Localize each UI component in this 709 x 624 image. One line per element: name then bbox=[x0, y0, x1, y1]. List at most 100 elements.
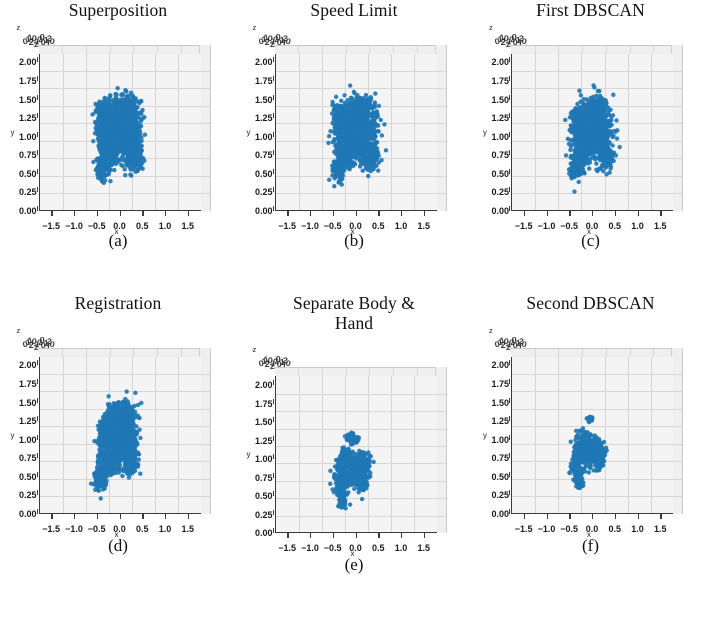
y-tick-label: 1.50 bbox=[18, 94, 37, 105]
subplot-panel-f: Second DBSCAN z 0 1 2 0 1 2 0 1 2 0 1 2 0 1 0.00 0.25 0.50… bbox=[472, 290, 709, 624]
axis-label-x: x bbox=[114, 529, 119, 539]
x-tick-label: −0.5 bbox=[560, 523, 579, 534]
y-tick-label: 0.25 bbox=[254, 509, 273, 520]
x-tick-label: 0.5 bbox=[136, 220, 149, 231]
y-tick-label: 2.00 bbox=[491, 57, 509, 68]
axis-label-z: z bbox=[252, 345, 257, 355]
x-tick-label: −1.0 bbox=[301, 220, 319, 231]
x-tick-label: 1.5 bbox=[654, 220, 667, 231]
x-tick-label: −1.5 bbox=[514, 523, 533, 534]
axis-label-y: y bbox=[10, 127, 15, 137]
axes-3d: z 0 1 2 0 1 2 0 1 2 0 1 2 0 1 0.00 0.25 0.50 0.75 1.00 1.25 1… bbox=[10, 325, 226, 539]
y-tick-label: 1.75 bbox=[254, 398, 273, 409]
panel-title: Registration bbox=[74, 293, 162, 313]
y-tick-label: 0.75 bbox=[254, 472, 273, 483]
axis-label-z: z bbox=[489, 22, 493, 32]
y-tick-label: 1.00 bbox=[18, 131, 37, 142]
figure-grid: Superposition z 0 1 2 0 1 2 0 1 2 0 1 2 0 1 0.00 0.25 0.50… bbox=[0, 0, 709, 624]
y-tick-label: 1.75 bbox=[254, 75, 273, 86]
x-tick-label: −1.0 bbox=[537, 523, 556, 534]
axes-3d: z 0 1 2 0 1 2 0 1 2 0 1 2 0 1 0.00 0.25 0.50 0.75 1.00 1.25 1… bbox=[483, 22, 698, 236]
y-tick-label: 1.00 bbox=[254, 131, 273, 142]
x-tick-label: 1.0 bbox=[631, 523, 644, 534]
x-tick-label: −1.5 bbox=[42, 523, 61, 534]
y-tick-label: 0.50 bbox=[18, 471, 37, 482]
axis-label-z: z bbox=[252, 22, 257, 32]
x-tick-label: −1.0 bbox=[65, 220, 83, 231]
x-tick-labels: −1.5 −1.0 −0.5 0.0 0.5 1.0 1.5 bbox=[275, 533, 437, 554]
x-tick-label: −0.5 bbox=[323, 220, 342, 231]
y-tick-label: 1.50 bbox=[254, 417, 273, 428]
x-tick-label: −0.5 bbox=[87, 523, 106, 534]
y-tick-label: 0.50 bbox=[491, 471, 509, 482]
panel-title: First DBSCAN bbox=[536, 0, 645, 20]
y-tick-label: 1.75 bbox=[18, 75, 37, 86]
y-tick-label: 0.50 bbox=[254, 491, 273, 502]
scatter-points bbox=[327, 430, 376, 511]
y-tick-label: 0.75 bbox=[491, 150, 509, 161]
y-tick-label: 0.00 bbox=[491, 508, 509, 519]
y-tick-label: 2.00 bbox=[18, 360, 37, 371]
x-tick-labels: −1.5 −1.0 −0.5 0.0 0.5 1.0 1.5 bbox=[39, 210, 201, 231]
subplot-caption: (e) bbox=[344, 555, 364, 575]
y-tick-label: 0.00 bbox=[254, 528, 273, 539]
panel-title: Second DBSCAN bbox=[526, 293, 655, 313]
y-tick-label: 1.25 bbox=[18, 113, 37, 124]
x-tick-label: −1.0 bbox=[537, 220, 556, 231]
axis-label-x: x bbox=[587, 529, 591, 539]
axes-3d: z 0 1 2 0 1 2 0 1 2 0 1 2 0 1 0.00 0.25 0.50 0.75 1.00 1.25 1… bbox=[483, 326, 698, 539]
y-tick-label: 1.00 bbox=[491, 434, 509, 445]
plot-box bbox=[38, 44, 211, 211]
x-tick-label: 1.5 bbox=[417, 220, 431, 231]
plot-box bbox=[274, 44, 447, 211]
axis-label-y: y bbox=[483, 127, 487, 137]
y-tick-label: 2.00 bbox=[491, 360, 509, 371]
panel-title: Superposition bbox=[68, 0, 168, 20]
plot-box bbox=[274, 367, 447, 534]
x-tick-label: 1.0 bbox=[158, 220, 172, 231]
axes-3d: z 0 1 2 0 1 2 0 1 2 0 1 2 0 1 0.00 0.25 0.50 0.75 1.00 1.25 1… bbox=[246, 22, 462, 236]
axis-label-z: z bbox=[16, 22, 21, 32]
subplot-panel-a: Superposition z 0 1 2 0 1 2 0 1 2 0 1 2 0 1 0.00 0.25 0.50… bbox=[0, 0, 236, 290]
x-tick-label: 1.5 bbox=[654, 523, 667, 534]
subplot-panel-c: First DBSCAN z 0 1 2 0 1 2 0 1 2 0 1 2 0 1 0.00 0.25 0.50 0… bbox=[472, 0, 709, 290]
y-tick-label: 0.00 bbox=[254, 205, 273, 216]
axis-label-y: y bbox=[246, 127, 251, 137]
x-tick-label: −0.5 bbox=[87, 220, 106, 231]
plot-box bbox=[38, 347, 211, 514]
y-tick-label: 2.00 bbox=[254, 380, 273, 391]
y-tick-label: 0.00 bbox=[18, 508, 37, 519]
y-tick-label: 0.75 bbox=[18, 150, 37, 161]
y-tick-label: 0.75 bbox=[491, 453, 509, 464]
axis-label-y: y bbox=[246, 450, 251, 460]
x-tick-label: −1.0 bbox=[301, 543, 319, 554]
axis-label-x: x bbox=[350, 226, 355, 236]
y-tick-label: 1.25 bbox=[254, 113, 273, 124]
y-tick-label: 1.50 bbox=[254, 94, 273, 105]
x-tick-label: 0.5 bbox=[608, 220, 622, 231]
axis-label-x: x bbox=[587, 226, 591, 236]
plot-box bbox=[511, 347, 683, 514]
y-tick-label: 1.75 bbox=[18, 378, 37, 389]
y-tick-label: 1.00 bbox=[18, 434, 37, 445]
y-tick-label: 1.00 bbox=[254, 454, 273, 465]
plot-box bbox=[511, 44, 683, 211]
x-tick-labels: −1.5 −1.0 −0.5 0.0 0.5 1.0 1.5 bbox=[511, 210, 673, 231]
y-tick-label: 1.25 bbox=[491, 113, 509, 124]
x-tick-label: 0.5 bbox=[372, 220, 385, 231]
y-tick-label: 0.00 bbox=[18, 205, 37, 216]
axis-label-z: z bbox=[16, 325, 21, 335]
y-tick-label: 1.50 bbox=[491, 94, 509, 105]
x-tick-label: −1.5 bbox=[278, 543, 297, 554]
subplot-panel-b: Speed Limit z 0 1 2 0 1 2 0 1 2 0 1 2 0 1 0.00 0.25 0.50 0.… bbox=[236, 0, 472, 290]
y-tick-label: 0.50 bbox=[254, 168, 273, 179]
y-tick-label: 2.00 bbox=[254, 57, 273, 68]
y-tick-label: 1.25 bbox=[18, 416, 37, 427]
axis-label-x: x bbox=[350, 549, 355, 559]
y-tick-label: 0.75 bbox=[254, 150, 273, 161]
y-tick-label: 0.25 bbox=[491, 490, 509, 501]
axis-label-y: y bbox=[10, 430, 15, 440]
y-tick-label: 0.25 bbox=[18, 187, 37, 198]
x-tick-label: 1.5 bbox=[181, 523, 195, 534]
scatter-points bbox=[325, 82, 388, 188]
